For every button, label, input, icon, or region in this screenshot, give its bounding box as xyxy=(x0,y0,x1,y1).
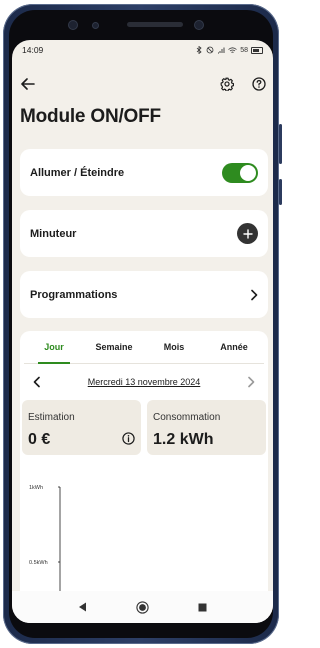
nav-back-icon xyxy=(79,602,86,612)
consumption-value: 1.2 kWh xyxy=(153,431,214,448)
sensor-dot xyxy=(69,21,77,29)
do-not-disturb-icon xyxy=(206,46,214,54)
plus-icon xyxy=(242,228,253,239)
system-nav-bar xyxy=(12,591,273,623)
nav-recents-icon xyxy=(198,603,207,611)
help-icon xyxy=(252,77,266,91)
tab-day[interactable]: Jour xyxy=(24,331,84,364)
status-time: 14:09 xyxy=(22,45,44,55)
previous-date-button[interactable] xyxy=(30,375,44,389)
power-row: Allumer / Éteindre xyxy=(20,149,268,196)
help-button[interactable] xyxy=(249,74,269,94)
wifi-icon xyxy=(228,46,237,53)
power-toggle[interactable] xyxy=(222,162,258,183)
tab-week[interactable]: Semaine xyxy=(84,331,144,363)
status-bar: 14:09 58 xyxy=(12,40,273,60)
power-button xyxy=(279,179,282,205)
estimation-value: 0 € xyxy=(28,431,51,448)
app-screen: 14:09 58 Module ON/OFF Allumer / Éteindr… xyxy=(12,40,273,623)
period-tabs: Jour Semaine Mois Année xyxy=(24,331,264,364)
timer-row[interactable]: Minuteur xyxy=(20,210,268,257)
date-navigator: Mercredi 13 novembre 2024 xyxy=(20,364,268,400)
sensor-dot xyxy=(93,23,98,28)
chevron-left-icon xyxy=(33,376,40,388)
estimation-label: Estimation xyxy=(28,412,75,423)
power-row-label: Allumer / Éteindre xyxy=(30,166,125,179)
signal-icon xyxy=(218,47,225,53)
date-picker[interactable]: Mercredi 13 novembre 2024 xyxy=(88,377,201,387)
add-timer-button[interactable] xyxy=(237,223,258,244)
schedules-row-label: Programmations xyxy=(30,288,118,301)
battery-percent: 58 xyxy=(240,46,248,54)
nav-home-button[interactable] xyxy=(136,600,150,614)
next-date-button[interactable] xyxy=(244,375,258,389)
consumption-label: Consommation xyxy=(153,412,221,423)
settings-button[interactable] xyxy=(217,74,237,94)
bluetooth-icon xyxy=(196,46,202,54)
back-arrow-icon xyxy=(21,78,35,90)
back-button[interactable] xyxy=(18,74,38,94)
tab-year[interactable]: Année xyxy=(204,331,264,363)
y-tick-label: 1kWh xyxy=(29,485,43,491)
chevron-right-icon xyxy=(251,289,258,300)
schedules-row[interactable]: Programmations xyxy=(20,271,268,318)
summary-tiles: Estimation 0 € Consommation 1.2 kWh xyxy=(20,400,268,455)
chevron-right-icon xyxy=(248,376,255,388)
toggle-knob xyxy=(240,164,256,181)
timer-row-label: Minuteur xyxy=(30,227,77,240)
status-icons: 58 xyxy=(196,46,263,54)
estimation-tile: Estimation 0 € xyxy=(22,400,141,455)
nav-recents-button[interactable] xyxy=(196,600,210,614)
nav-back-button[interactable] xyxy=(76,600,90,614)
consumption-card: Jour Semaine Mois Année Mercredi 13 nove… xyxy=(20,331,268,623)
earpiece-speaker xyxy=(127,22,183,27)
nav-home-icon xyxy=(136,600,149,614)
app-bar xyxy=(12,60,273,106)
volume-button xyxy=(279,124,282,164)
front-camera xyxy=(195,21,203,29)
gear-icon xyxy=(220,77,234,91)
phone-frame: 14:09 58 Module ON/OFF Allumer / Éteindr… xyxy=(3,4,282,644)
page-title: Module ON/OFF xyxy=(20,106,161,127)
tab-month[interactable]: Mois xyxy=(144,331,204,363)
info-icon[interactable] xyxy=(122,432,135,445)
battery-icon xyxy=(251,46,263,54)
consumption-tile: Consommation 1.2 kWh xyxy=(147,400,266,455)
y-tick-label: 0.5kWh xyxy=(29,560,48,566)
